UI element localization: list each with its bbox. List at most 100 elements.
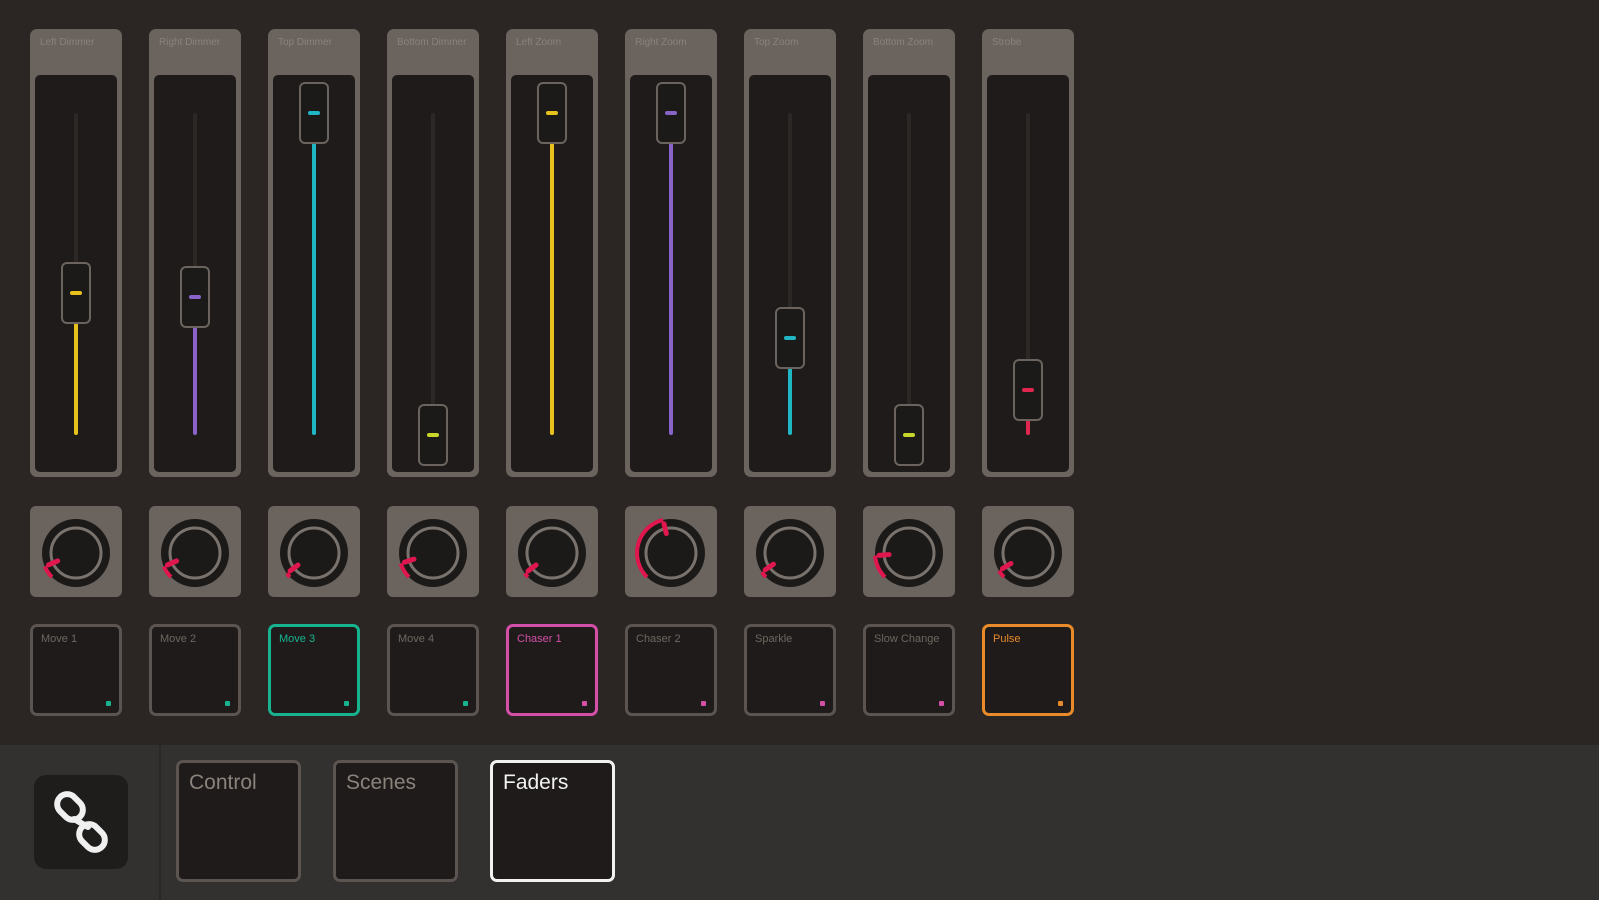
fader-fill (669, 113, 673, 435)
knob[interactable] (387, 506, 479, 597)
fader-handle[interactable] (61, 262, 91, 325)
pad-indicator (1058, 701, 1063, 706)
knob-dial (161, 519, 229, 587)
fader-label: Right Dimmer (159, 37, 221, 48)
pad-indicator (463, 701, 468, 706)
fader-well (511, 75, 593, 472)
knob-dial (42, 519, 110, 587)
fader-track[interactable] (550, 113, 554, 435)
fader-label: Right Zoom (635, 37, 687, 48)
pad-pulse[interactable]: Pulse (982, 624, 1074, 716)
pad-indicator (582, 701, 587, 706)
knob[interactable] (30, 506, 122, 597)
knob[interactable] (744, 506, 836, 597)
fader-handle-mark (903, 433, 915, 437)
fader-label: Top Zoom (754, 37, 799, 48)
fader-track[interactable] (431, 113, 435, 435)
pad-chaser-2[interactable]: Chaser 2 (625, 624, 717, 716)
pad-indicator (820, 701, 825, 706)
fader-handle-mark (784, 336, 796, 341)
link-button[interactable] (34, 775, 128, 869)
knob-pointer (401, 556, 417, 565)
fader-well (35, 75, 117, 472)
fader-left-dimmer[interactable]: Left Dimmer (30, 29, 122, 477)
pad-move-2[interactable]: Move 2 (149, 624, 241, 716)
fader-track[interactable] (907, 113, 911, 435)
pad-move-3[interactable]: Move 3 (268, 624, 360, 716)
fader-top-zoom[interactable]: Top Zoom (744, 29, 836, 477)
pad-label: Move 3 (279, 633, 316, 645)
fader-track[interactable] (788, 113, 792, 435)
fader-handle-mark (70, 291, 82, 296)
pad-sparkle[interactable]: Sparkle (744, 624, 836, 716)
fader-handle[interactable] (180, 265, 210, 328)
fader-top-dimmer[interactable]: Top Dimmer (268, 29, 360, 477)
knob[interactable] (149, 506, 241, 597)
tab-label: Faders (503, 771, 569, 794)
knob-pointer (661, 521, 669, 537)
fader-label: Left Dimmer (40, 37, 95, 48)
fader-bottom-zoom[interactable]: Bottom Zoom (863, 29, 955, 477)
fader-handle-mark (189, 294, 201, 299)
pad-chaser-1[interactable]: Chaser 1 (506, 624, 598, 716)
pad-indicator (225, 701, 230, 706)
fader-label: Bottom Zoom (873, 37, 934, 48)
tab-faders[interactable]: Faders (490, 760, 615, 882)
divider (159, 745, 161, 900)
fader-label: Left Zoom (516, 37, 562, 48)
fader-label: Top Dimmer (278, 37, 332, 48)
fader-label: Strobe (992, 37, 1022, 48)
pad-label: Chaser 2 (636, 633, 681, 645)
fader-bottom-dimmer[interactable]: Bottom Dimmer (387, 29, 479, 477)
fader-well (273, 75, 355, 472)
knob-dial (518, 519, 586, 587)
pad-label: Chaser 1 (517, 633, 562, 645)
fader-track[interactable] (312, 113, 316, 435)
knob[interactable] (982, 506, 1074, 597)
fader-handle-mark (308, 111, 320, 115)
fader-well (630, 75, 712, 472)
tab-label: Control (189, 771, 257, 794)
knob-dial (635, 517, 705, 587)
tab-scenes[interactable]: Scenes (333, 760, 458, 882)
link-icon (54, 791, 108, 853)
pad-label: Move 1 (41, 633, 78, 645)
fader-handle[interactable] (299, 82, 329, 144)
fader-handle[interactable] (1013, 358, 1043, 421)
fader-right-zoom[interactable]: Right Zoom (625, 29, 717, 477)
fader-handle-mark (1022, 387, 1034, 392)
tab-control[interactable]: Control (176, 760, 301, 882)
pad-move-1[interactable]: Move 1 (30, 624, 122, 716)
pad-label: Slow Change (874, 633, 940, 645)
fader-fill (550, 113, 554, 435)
fader-handle[interactable] (418, 404, 448, 466)
fader-handle[interactable] (656, 82, 686, 144)
knob[interactable] (625, 506, 717, 597)
knob-dial (398, 519, 467, 587)
knob-arc (523, 572, 530, 579)
pad-indicator (701, 701, 706, 706)
knob-arc (285, 572, 292, 579)
pad-label: Move 2 (160, 633, 197, 645)
fader-track[interactable] (669, 113, 673, 435)
fader-strobe[interactable]: Strobe (982, 29, 1074, 477)
fader-right-dimmer[interactable]: Right Dimmer (149, 29, 241, 477)
fader-handle[interactable] (537, 82, 567, 144)
fader-handle[interactable] (775, 307, 805, 370)
pad-label: Pulse (993, 633, 1021, 645)
fader-well (392, 75, 474, 472)
pad-move-4[interactable]: Move 4 (387, 624, 479, 716)
pad-slow-change[interactable]: Slow Change (863, 624, 955, 716)
fader-well (154, 75, 236, 472)
tab-label: Scenes (346, 771, 417, 794)
knob-pointer (876, 552, 892, 558)
fader-handle[interactable] (894, 404, 924, 466)
fader-label: Bottom Dimmer (397, 37, 467, 48)
knob[interactable] (506, 506, 598, 597)
knob[interactable] (268, 506, 360, 597)
fader-left-zoom[interactable]: Left Zoom (506, 29, 598, 477)
knob[interactable] (863, 506, 955, 597)
knob-dial (873, 519, 943, 587)
fader-handle-mark (546, 111, 558, 115)
fader-fill (312, 113, 316, 435)
